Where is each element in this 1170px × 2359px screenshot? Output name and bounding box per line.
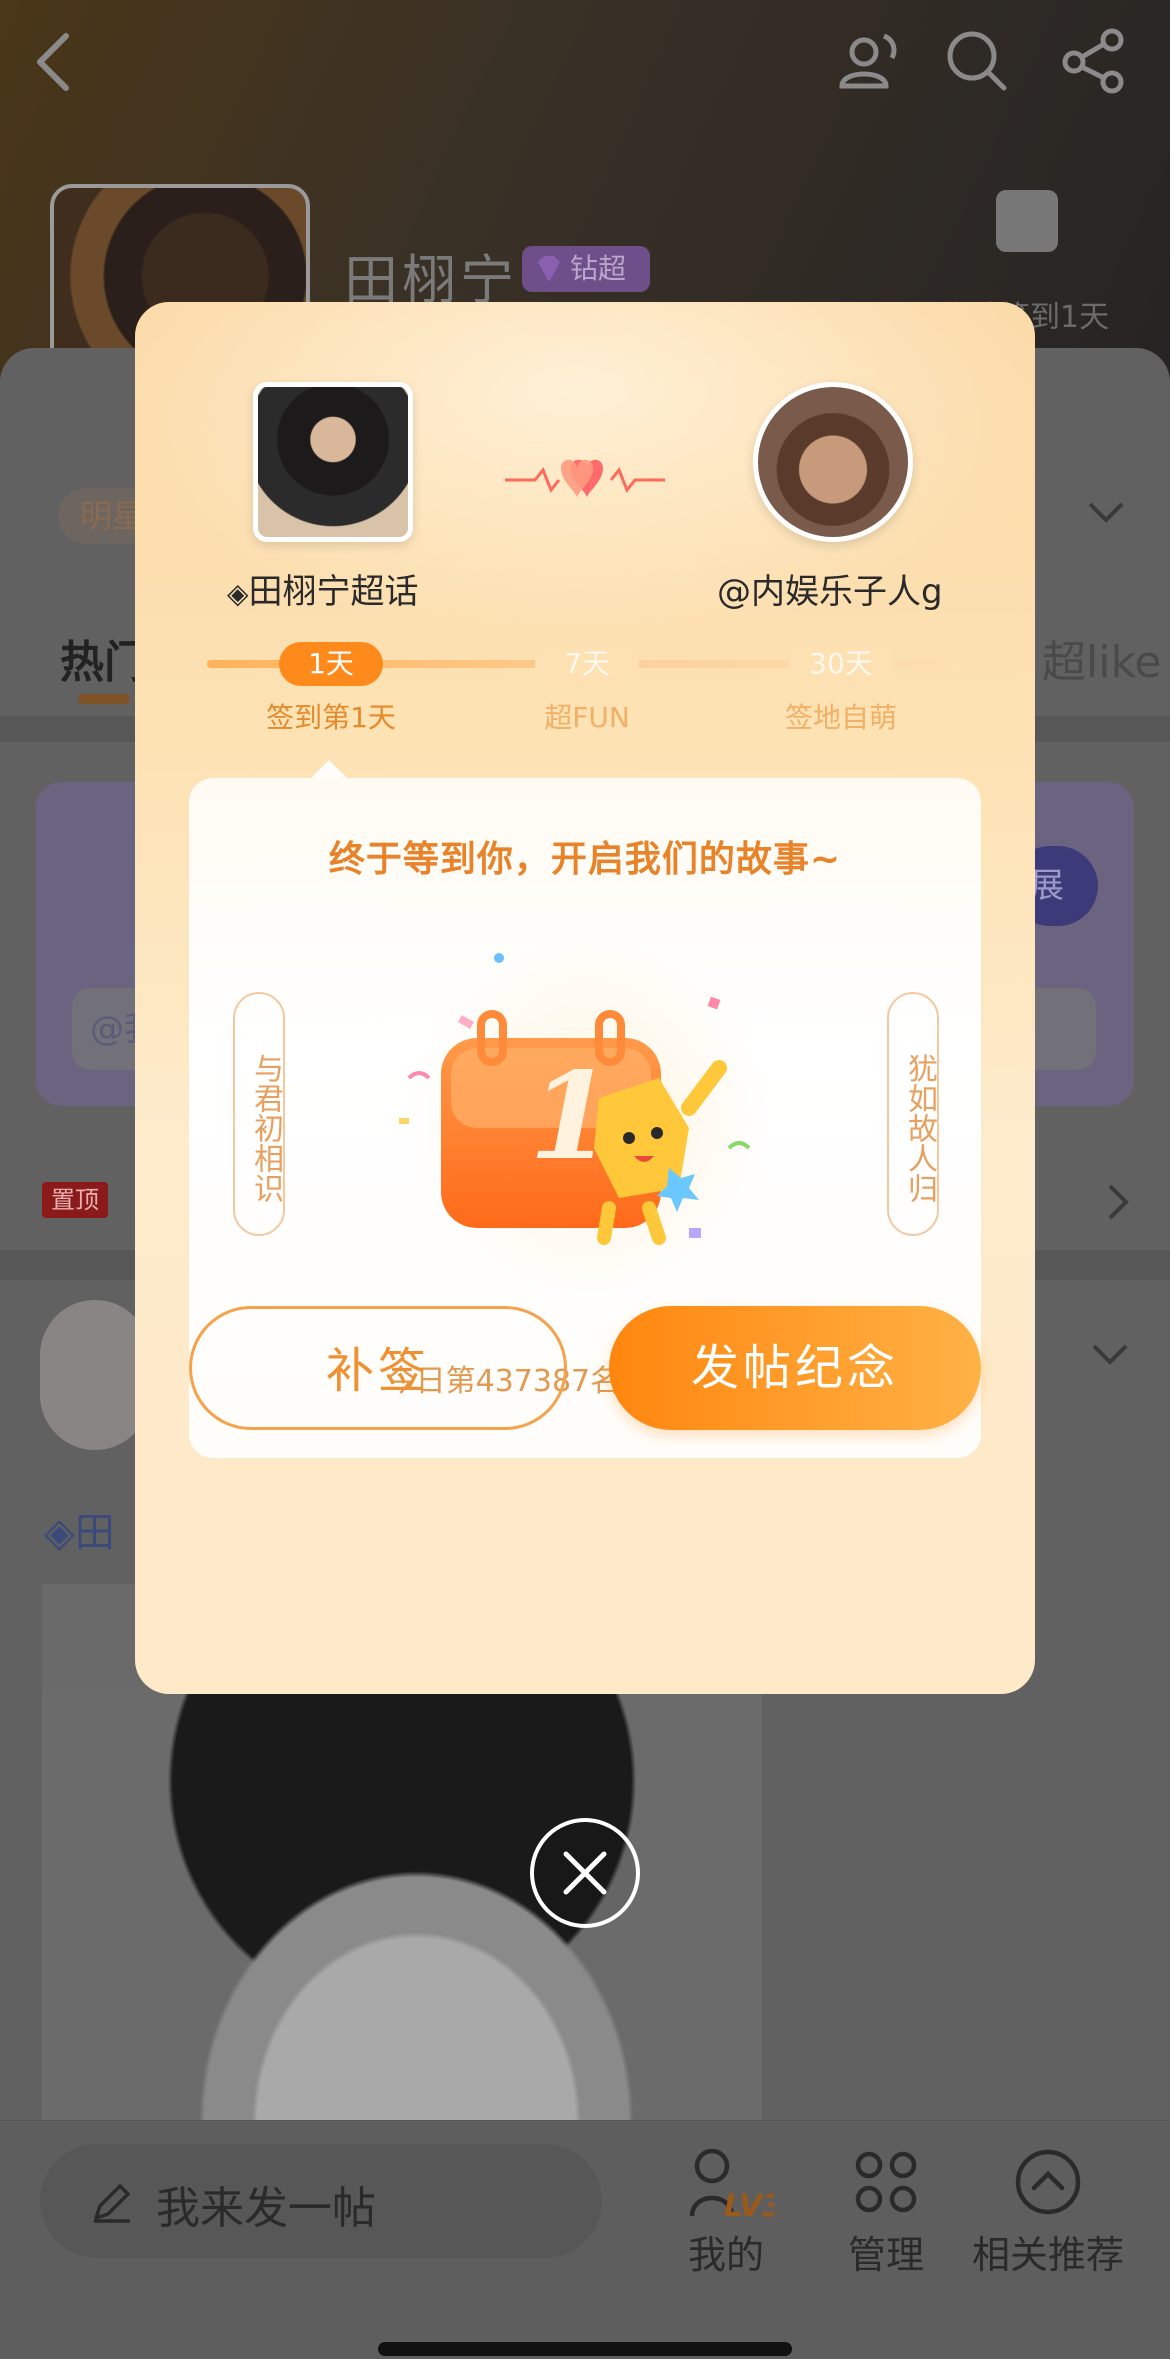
search-icon[interactable] <box>942 26 1012 96</box>
nav-manage-label: 管理 <box>847 2233 924 2277</box>
tab-like[interactable]: 超like <box>1042 626 1161 690</box>
compose-post-field[interactable]: 我来发一帖 <box>40 2144 602 2258</box>
chevron-right-icon[interactable] <box>1106 1182 1132 1222</box>
calendar-mascot-illustration: 1 <box>399 938 769 1298</box>
pinned-badge: 置顶 <box>42 1182 108 1218</box>
share-icon[interactable] <box>1060 26 1130 96</box>
nav-recommend-label: 相关推荐 <box>971 2233 1124 2277</box>
chevron-down-icon[interactable] <box>1086 500 1126 526</box>
nav-manage[interactable]: 管理 <box>816 2140 956 2280</box>
close-modal-button[interactable] <box>530 1818 640 1928</box>
milestone-pill-30: 30天 <box>789 642 893 686</box>
post-commemorate-button[interactable]: 发帖纪念 <box>609 1306 981 1430</box>
milestone-label-1: 签到第1天 <box>266 701 396 734</box>
pencil-icon <box>94 2184 130 2223</box>
checkin-success-modal: ◈田栩宁超话 @内娱乐子人g 1天 7天 30天 签到第1天 超FUN 签地自萌… <box>135 302 1035 1694</box>
nav-my[interactable]: LV3 我的 <box>656 2140 796 2280</box>
right-verse: 犹如故人归 <box>887 992 939 1236</box>
milestone-label-30: 签地自萌 <box>784 701 897 734</box>
post-topic-link[interactable]: ◈田 <box>44 1500 115 1558</box>
recommend-icon <box>1015 2149 1081 2215</box>
super-topic-badge: 钻超 <box>522 246 650 292</box>
user-name: @内娱乐子人g <box>717 572 943 612</box>
avatar[interactable] <box>40 1300 150 1450</box>
diamond-icon <box>538 256 560 282</box>
makeup-checkin-button[interactable]: 补签 <box>189 1306 567 1430</box>
post-image-portrait <box>42 1690 762 2144</box>
home-indicator <box>378 2342 792 2356</box>
lv-profile-icon: LV3 <box>689 2148 774 2224</box>
milestone-label-7: 超FUN <box>544 701 630 734</box>
milestone-pill-7: 7天 <box>535 642 639 686</box>
checkin-calendar-icon[interactable] <box>996 190 1058 252</box>
left-verse: 与君初相识 <box>233 992 285 1236</box>
star-avatar <box>253 382 413 542</box>
tab-underline <box>78 694 130 704</box>
milestone-pill-1: 1天 <box>279 642 383 686</box>
headline: 终于等到你，开启我们的故事~ <box>328 839 842 880</box>
nav-recommend[interactable]: 相关推荐 <box>972 2140 1124 2280</box>
user-avatar <box>753 382 913 542</box>
friends-icon[interactable] <box>834 26 904 96</box>
super-topic-name: ◈田栩宁超话 <box>227 572 419 612</box>
diamond-icon: ◈ <box>227 577 249 610</box>
level-badge: LV3 <box>724 2189 774 2224</box>
manage-icon <box>855 2151 917 2213</box>
back-icon[interactable] <box>30 30 76 94</box>
close-icon <box>563 1851 607 1895</box>
compose-post-placeholder: 我来发一帖 <box>156 2183 376 2234</box>
chevron-down-icon[interactable] <box>1090 1342 1130 1368</box>
bubble-pointer <box>311 760 347 778</box>
heartbeat-icon <box>505 459 665 498</box>
nav-my-label: 我的 <box>687 2233 764 2277</box>
